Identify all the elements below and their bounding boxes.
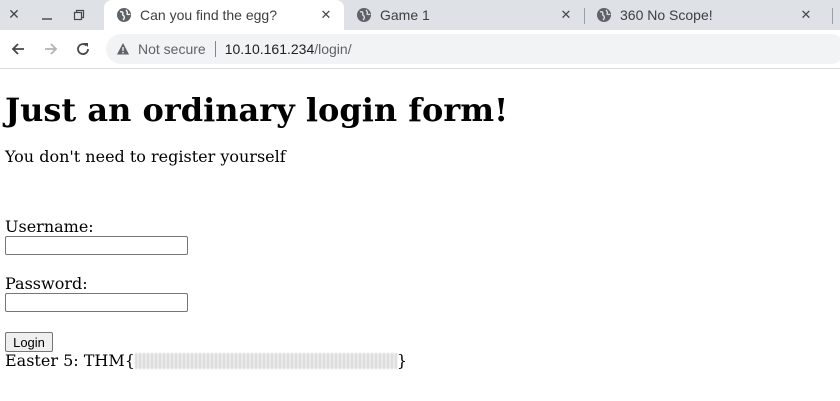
easter-egg-text: Easter 5: THM{}	[5, 351, 407, 370]
username-label: Username:	[5, 217, 94, 236]
globe-icon	[117, 8, 131, 22]
easter-suffix: }	[396, 351, 408, 370]
tab-game-1[interactable]: Game 1 ✕	[344, 0, 584, 30]
redacted-flag	[134, 353, 397, 369]
browser-toolbar: Not secure 10.10.161.234/login/	[0, 30, 840, 69]
username-field[interactable]	[5, 236, 188, 255]
back-arrow-icon[interactable]	[7, 38, 29, 60]
window-close-icon[interactable]: ✕	[3, 4, 25, 26]
security-status[interactable]: Not secure	[138, 41, 206, 57]
tab-strip: ✕ Can you find the egg? ✕ Game 1 ✕ 360 N…	[0, 0, 840, 30]
address-bar[interactable]: Not secure 10.10.161.234/login/	[106, 34, 840, 64]
password-label: Password:	[5, 274, 88, 293]
minimize-icon[interactable]	[36, 4, 58, 26]
login-button[interactable]: Login	[5, 332, 53, 352]
tab-title: Can you find the egg?	[140, 7, 277, 23]
password-field[interactable]	[5, 293, 188, 312]
url-host: 10.10.161.234	[224, 41, 315, 57]
easter-prefix: Easter 5: THM{	[5, 351, 135, 370]
page-title: Just an ordinary login form!	[5, 91, 509, 129]
tab-close-icon[interactable]: ✕	[318, 7, 334, 23]
globe-icon	[357, 8, 371, 22]
forward-arrow-icon[interactable]	[40, 38, 62, 60]
restore-icon[interactable]	[68, 4, 90, 26]
tab-360-no-scope[interactable]: 360 No Scope! ✕	[584, 0, 824, 30]
tab-can-you-find-the-egg[interactable]: Can you find the egg? ✕	[104, 0, 344, 30]
page-content: Just an ordinary login form! You don't n…	[0, 69, 840, 401]
tab-title: Game 1	[380, 7, 430, 23]
tab-close-icon[interactable]: ✕	[798, 7, 814, 23]
globe-icon	[597, 8, 611, 22]
tab-separator	[832, 8, 833, 24]
tab-close-icon[interactable]: ✕	[558, 7, 574, 23]
reload-icon[interactable]	[72, 38, 94, 60]
url-path: /login/	[314, 41, 352, 57]
warning-icon	[117, 43, 129, 55]
page-subtitle: You don't need to register yourself	[5, 147, 286, 166]
omnibox-divider	[214, 41, 216, 57]
tab-title: 360 No Scope!	[620, 7, 713, 23]
